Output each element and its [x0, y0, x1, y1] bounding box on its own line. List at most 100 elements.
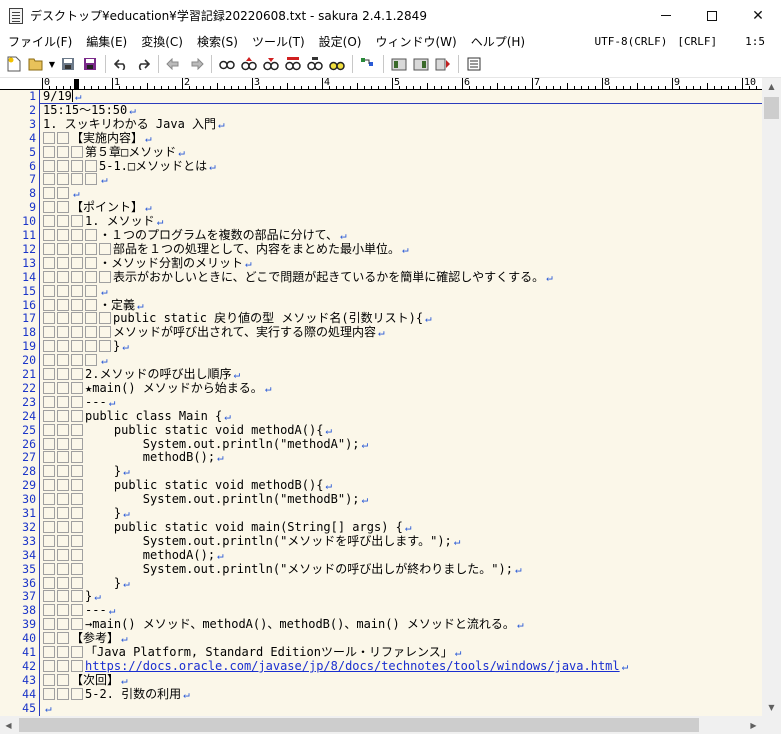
- close-button[interactable]: ✕: [735, 0, 781, 31]
- text-line[interactable]: 「Java Platform, Standard Editionツール・リファレ…: [43, 645, 759, 660]
- menu-help[interactable]: ヘルプ(H): [464, 33, 532, 50]
- text-line[interactable]: System.out.println("メソッドを呼び出します。"); ↵: [43, 533, 759, 549]
- newline-indicator[interactable]: [CRLF]: [677, 35, 717, 48]
- size-grip[interactable]: [762, 716, 781, 734]
- text-line[interactable]: 【ポイント】 ↵: [43, 200, 759, 215]
- grep-icon[interactable]: [304, 53, 326, 75]
- text-line[interactable]: ↵: [43, 354, 759, 368]
- text-line[interactable]: 【次回】 ↵: [43, 673, 759, 688]
- open-folder-icon[interactable]: [25, 53, 47, 75]
- fullwidth-space-marker: [85, 340, 97, 353]
- text-line[interactable]: ↵: [43, 702, 759, 716]
- text-line[interactable]: } ↵: [43, 589, 759, 604]
- menu-window[interactable]: ウィンドウ(W): [368, 33, 463, 50]
- jump-forward-icon[interactable]: [185, 53, 207, 75]
- text-line[interactable]: methodB(); ↵: [43, 450, 759, 465]
- text-line[interactable]: System.out.println("methodA"); ↵: [43, 437, 759, 452]
- line-number: 15: [22, 283, 36, 298]
- maximize-button[interactable]: [689, 0, 735, 31]
- text-line[interactable]: 第５章□メソッド ↵: [43, 145, 759, 160]
- dropdown-icon[interactable]: ▼: [47, 60, 57, 69]
- macro-run-icon[interactable]: [432, 53, 454, 75]
- outline-icon[interactable]: [357, 53, 379, 75]
- text-line[interactable]: 1. メソッド ↵: [43, 214, 759, 229]
- menu-file[interactable]: ファイル(F): [0, 33, 79, 50]
- text-line[interactable]: public class Main {↵: [43, 409, 759, 424]
- line-number: 10: [22, 214, 36, 229]
- fullwidth-space-marker: [57, 479, 69, 492]
- text-line[interactable]: 1. スッキリわかる Java 入門 ↵: [43, 117, 759, 132]
- menu-convert[interactable]: 変換(C): [134, 33, 190, 50]
- text-line[interactable]: 部品を１つの処理として、内容をまとめた最小単位。 ↵: [43, 242, 759, 257]
- text-line[interactable]: 表示がおかしいときに、どこで問題が起きているかを簡単に確認しやすくする。 ↵: [43, 270, 759, 285]
- scroll-right-icon[interactable]: ▶: [745, 716, 762, 734]
- redo-icon[interactable]: [132, 53, 154, 75]
- replace-icon[interactable]: [282, 53, 304, 75]
- menu-tools[interactable]: ツール(T): [245, 33, 312, 50]
- vertical-scrollbar[interactable]: ▲ ▼: [762, 78, 781, 716]
- settings-icon[interactable]: [463, 53, 485, 75]
- save-icon[interactable]: [57, 53, 79, 75]
- macro-icon[interactable]: [410, 53, 432, 75]
- horizontal-scroll-thumb[interactable]: [19, 718, 699, 732]
- undo-icon[interactable]: [110, 53, 132, 75]
- text-line[interactable]: methodA(); ↵: [43, 548, 759, 563]
- text-line[interactable]: public static void methodB(){↵: [43, 478, 759, 493]
- new-file-icon[interactable]: [3, 53, 25, 75]
- text-line[interactable]: public static void main(String[] args) {…: [43, 520, 759, 535]
- text-line[interactable]: } ↵: [43, 506, 759, 521]
- text-line[interactable]: ★main() メソッドから始まる。 ↵: [43, 381, 759, 396]
- save-all-icon[interactable]: [79, 53, 101, 75]
- fullwidth-space-marker: [57, 687, 69, 700]
- search-next-icon[interactable]: [260, 53, 282, 75]
- text-line[interactable]: } ↵: [43, 339, 759, 354]
- minimize-button[interactable]: [643, 0, 689, 31]
- fullwidth-space-marker: [99, 340, 111, 353]
- scroll-left-icon[interactable]: ◀: [0, 716, 17, 734]
- text-line[interactable]: ↵: [43, 187, 759, 201]
- ruler-tick: [567, 83, 568, 89]
- text-line[interactable]: 15:15〜15:50 ↵: [43, 103, 759, 118]
- fullwidth-space-marker: [71, 409, 83, 422]
- text-line[interactable]: 【実施内容】 ↵: [43, 131, 759, 146]
- ruler-tick: [301, 86, 302, 89]
- text-line[interactable]: System.out.println("メソッドの呼び出しが終わりました。");…: [43, 562, 759, 577]
- text-editor[interactable]: 1 2 3 4 5 6 7 8 9 10 11 12 13 14 15 16 17 18 19 20 21 22 23 24 2…: [0, 90, 762, 716]
- text-line[interactable]: System.out.println("methodB"); ↵: [43, 492, 759, 507]
- text-line[interactable]: ・１つのプログラムを複数の部品に分けて、 ↵: [43, 228, 759, 243]
- text-line[interactable]: 5-1.□メソッドとは ↵: [43, 159, 759, 174]
- text-line[interactable]: https://docs.oracle.com/javase/jp/8/docs…: [43, 659, 759, 674]
- text-line[interactable]: } ↵: [43, 464, 759, 479]
- text-line[interactable]: public static void methodA(){↵: [43, 423, 759, 438]
- vertical-scroll-thumb[interactable]: [764, 97, 779, 119]
- scroll-up-icon[interactable]: ▲: [762, 78, 781, 95]
- text-line[interactable]: メソッドが呼び出されて、実行する際の処理内容 ↵: [43, 325, 759, 340]
- scroll-down-icon[interactable]: ▼: [762, 699, 781, 716]
- url-link[interactable]: https://docs.oracle.com/javase/jp/8/docs…: [85, 659, 620, 673]
- compare-icon[interactable]: [388, 53, 410, 75]
- ruler-tick: [154, 86, 155, 89]
- line-text: System.out.println("メソッドを呼び出します。");: [85, 533, 452, 548]
- fullwidth-space-marker: [43, 632, 55, 645]
- horizontal-scrollbar[interactable]: ◀ ▶: [0, 716, 762, 734]
- menu-search[interactable]: 検索(S): [190, 33, 245, 50]
- text-line[interactable]: --- ↵: [43, 603, 759, 618]
- text-line[interactable]: } ↵: [43, 576, 759, 591]
- text-line[interactable]: ↵: [43, 173, 759, 187]
- grep-replace-icon[interactable]: [326, 53, 348, 75]
- ruler-tick: [98, 86, 99, 89]
- text-line[interactable]: 9/19 ↵: [43, 90, 759, 104]
- text-line[interactable]: 【参考】 ↵: [43, 631, 759, 646]
- text-line[interactable]: --- ↵: [43, 395, 759, 410]
- encoding-indicator[interactable]: UTF-8(CRLF): [595, 35, 668, 48]
- text-line[interactable]: ・メソッド分割のメリット ↵: [43, 256, 759, 271]
- text-line[interactable]: →main() メソッド、methodA()、methodB()、main() …: [43, 617, 759, 632]
- text-line[interactable]: 5-2. 引数の利用 ↵: [43, 687, 759, 702]
- search-prev-icon[interactable]: [238, 53, 260, 75]
- menu-edit[interactable]: 編集(E): [79, 33, 134, 50]
- search-icon[interactable]: [216, 53, 238, 75]
- jump-back-icon[interactable]: [163, 53, 185, 75]
- text-line[interactable]: ↵: [43, 284, 759, 299]
- menu-settings[interactable]: 設定(O): [312, 33, 369, 50]
- text-line[interactable]: 2.メソッドの呼び出し順序 ↵: [43, 367, 759, 382]
